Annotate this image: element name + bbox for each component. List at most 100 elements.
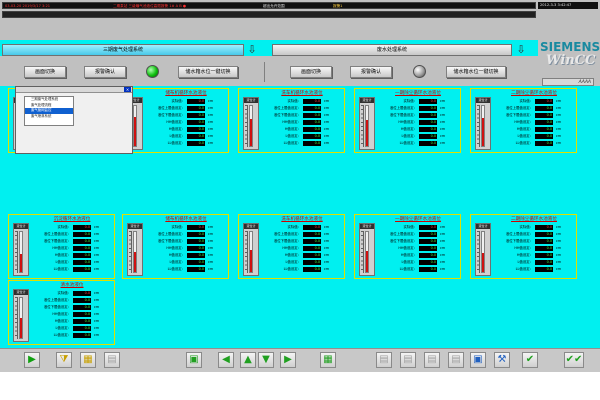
alarm-message-line-2[interactable] [2,11,536,18]
setpoint-input[interactable]: 0.0 [303,267,321,272]
screen-list[interactable]: 三期废气处理系统 废气处理流程 废气管网监控 废气喷淋系统 [24,96,74,126]
report-button[interactable]: ▦ [80,352,96,368]
nav-down-button[interactable]: ▼ [258,352,274,368]
tank-panel-title[interactable]: 储布机循环水池液位 [143,217,229,223]
tank-panel-title[interactable]: 储布机循环水池液位 [143,91,229,97]
setpoint-input[interactable]: 0.0 [303,141,321,146]
filter-button[interactable]: ⧩ [56,352,72,368]
setpoint-input[interactable]: 0.0 [73,319,91,324]
tank-switch-button-left[interactable]: 储水箱水位一键切换 [178,66,238,78]
setpoint-input[interactable]: 0.0 [73,260,91,265]
setpoint-input[interactable]: 0.0 [187,239,205,244]
nav-last-button[interactable]: ▶ [280,352,296,368]
screen-select-button[interactable]: ▣ [186,352,202,368]
setup-button[interactable]: ▤ [448,352,464,368]
screen-switch-button-right[interactable]: 画面切换 [290,66,332,78]
setpoint-input[interactable]: 0.0 [187,260,205,265]
screen-select-popup[interactable]: × 三期废气处理系统 废气处理流程 废气管网监控 废气喷淋系统 [15,86,133,154]
setpoint-input[interactable]: 0.0 [419,239,437,244]
tank-panel-title[interactable]: 二期除尘循环水池液位 [491,91,577,97]
setpoint-input[interactable]: 0.0 [303,232,321,237]
setpoint-input[interactable]: 0.0 [535,141,553,146]
nav-first-button[interactable]: ◀ [218,352,234,368]
setpoint-input[interactable]: 0.0 [535,239,553,244]
setpoint-input[interactable]: 0.0 [419,253,437,258]
setpoint-input[interactable]: 0.0 [187,141,205,146]
setpoint-input[interactable]: 0.0 [419,246,437,251]
setpoint-input[interactable]: 0.0 [419,260,437,265]
setpoint-input[interactable]: 0.0 [187,253,205,258]
setpoint-input[interactable]: 0.0 [187,134,205,139]
setpoint-input[interactable]: 0.0 [535,120,553,125]
system-title-left[interactable]: 三期废气处理系统 [2,44,244,56]
setpoint-input[interactable]: 0.0 [73,305,91,310]
start-runtime-button[interactable]: ▶ [24,352,40,368]
history-button[interactable]: ▤ [400,352,416,368]
user-login-button[interactable]: ▣ [470,352,486,368]
close-icon[interactable]: × [124,87,131,92]
setpoint-input[interactable]: 0.0 [303,127,321,132]
tank-switch-button-right[interactable]: 储水箱水位一键切换 [446,66,506,78]
tank-panel-title[interactable]: 一期除尘循环水池液位 [375,91,461,97]
setpoint-input[interactable]: 0.0 [535,106,553,111]
setpoint-input[interactable]: 0.0 [419,134,437,139]
setpoint-input[interactable]: 0.0 [187,267,205,272]
setpoint-input[interactable]: 0.0 [187,106,205,111]
setpoint-input[interactable]: 0.0 [419,267,437,272]
setpoint-input[interactable]: 0.0 [303,246,321,251]
setpoint-input[interactable]: 0.0 [535,253,553,258]
down-arrow-icon[interactable]: ⇩ [246,44,258,56]
trend-button[interactable]: ▤ [424,352,440,368]
tank-panel-title[interactable]: 沉淀循环水池液位 [29,217,115,223]
acknowledge-button[interactable]: ✔ [522,352,538,368]
screen-switch-button-left[interactable]: 画面切换 [24,66,66,78]
setpoint-input[interactable]: 0.0 [187,120,205,125]
screen-list-item[interactable]: 废气喷淋系统 [25,114,73,120]
setpoint-input[interactable]: 0.0 [187,113,205,118]
setpoint-input[interactable]: 0.0 [419,106,437,111]
print-button[interactable]: ▤ [104,352,120,368]
setpoint-input[interactable]: 0.0 [187,232,205,237]
acknowledge-all-button[interactable]: ✔✔ [564,352,584,368]
setpoint-input[interactable]: 0.0 [303,113,321,118]
nav-up-button[interactable]: ▲ [240,352,256,368]
alarm-message-line[interactable]: 03-03-20 2019/3/17 3:21 二期泵站 三级曝气池液位高限报警 … [2,2,536,9]
setpoint-input[interactable]: 0.0 [419,232,437,237]
alarm-ack-button-left[interactable]: 报警确认 [84,66,126,78]
setpoint-input[interactable]: 0.0 [303,239,321,244]
setpoint-input[interactable]: 0.0 [535,267,553,272]
setpoint-input[interactable]: 0.0 [419,127,437,132]
setpoint-input[interactable]: 0.0 [73,246,91,251]
setpoint-input[interactable]: 0.0 [73,239,91,244]
setpoint-input[interactable]: 0.0 [73,267,91,272]
setpoint-input[interactable]: 0.0 [303,120,321,125]
setpoint-input[interactable]: 0.0 [73,333,91,338]
setpoint-input[interactable]: 0.0 [535,134,553,139]
system-title-right[interactable]: 废水处理系统 [272,44,512,56]
tank-panel-title[interactable]: 洗车机循环水池液位 [259,217,345,223]
alarm-list-button[interactable]: ▦ [320,352,336,368]
setpoint-input[interactable]: 0.0 [535,260,553,265]
tank-panel-title[interactable]: 洗车机循环水池液位 [259,91,345,97]
setpoint-input[interactable]: 0.0 [73,232,91,237]
setpoint-input[interactable]: 0.0 [73,298,91,303]
setpoint-input[interactable]: 0.0 [535,246,553,251]
tank-panel-title[interactable]: 一期除尘循环水池液位 [375,217,461,223]
tank-panel-title[interactable]: 二期除尘循环水池液位 [491,217,577,223]
tank-panel-title[interactable]: 清水池液位 [29,283,115,289]
setpoint-input[interactable]: 0.0 [187,127,205,132]
hierarchy-button[interactable]: ⚒ [494,352,510,368]
setpoint-input[interactable]: 0.0 [187,246,205,251]
setpoint-input[interactable]: 0.0 [419,141,437,146]
setpoint-input[interactable]: 0.0 [303,134,321,139]
setpoint-input[interactable]: 0.0 [419,113,437,118]
setpoint-input[interactable]: 0.0 [73,326,91,331]
setpoint-input[interactable]: 0.0 [535,127,553,132]
alarm-ack-button-right[interactable]: 报警确认 [350,66,392,78]
setpoint-input[interactable]: 0.0 [303,260,321,265]
setpoint-input[interactable]: 0.0 [535,113,553,118]
down-arrow-icon[interactable]: ⇩ [515,44,527,56]
setpoint-input[interactable]: 0.0 [303,106,321,111]
setpoint-input[interactable]: 0.0 [73,312,91,317]
setpoint-input[interactable]: 0.0 [303,253,321,258]
